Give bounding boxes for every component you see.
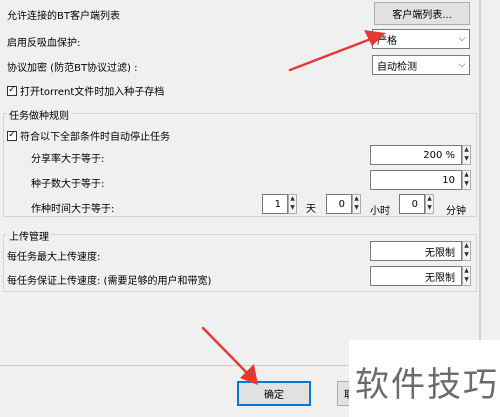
annotation-arrows bbox=[201, 30, 386, 385]
arrow-to-ok-button bbox=[201, 326, 258, 385]
arrow-to-anti-leech bbox=[288, 30, 386, 72]
